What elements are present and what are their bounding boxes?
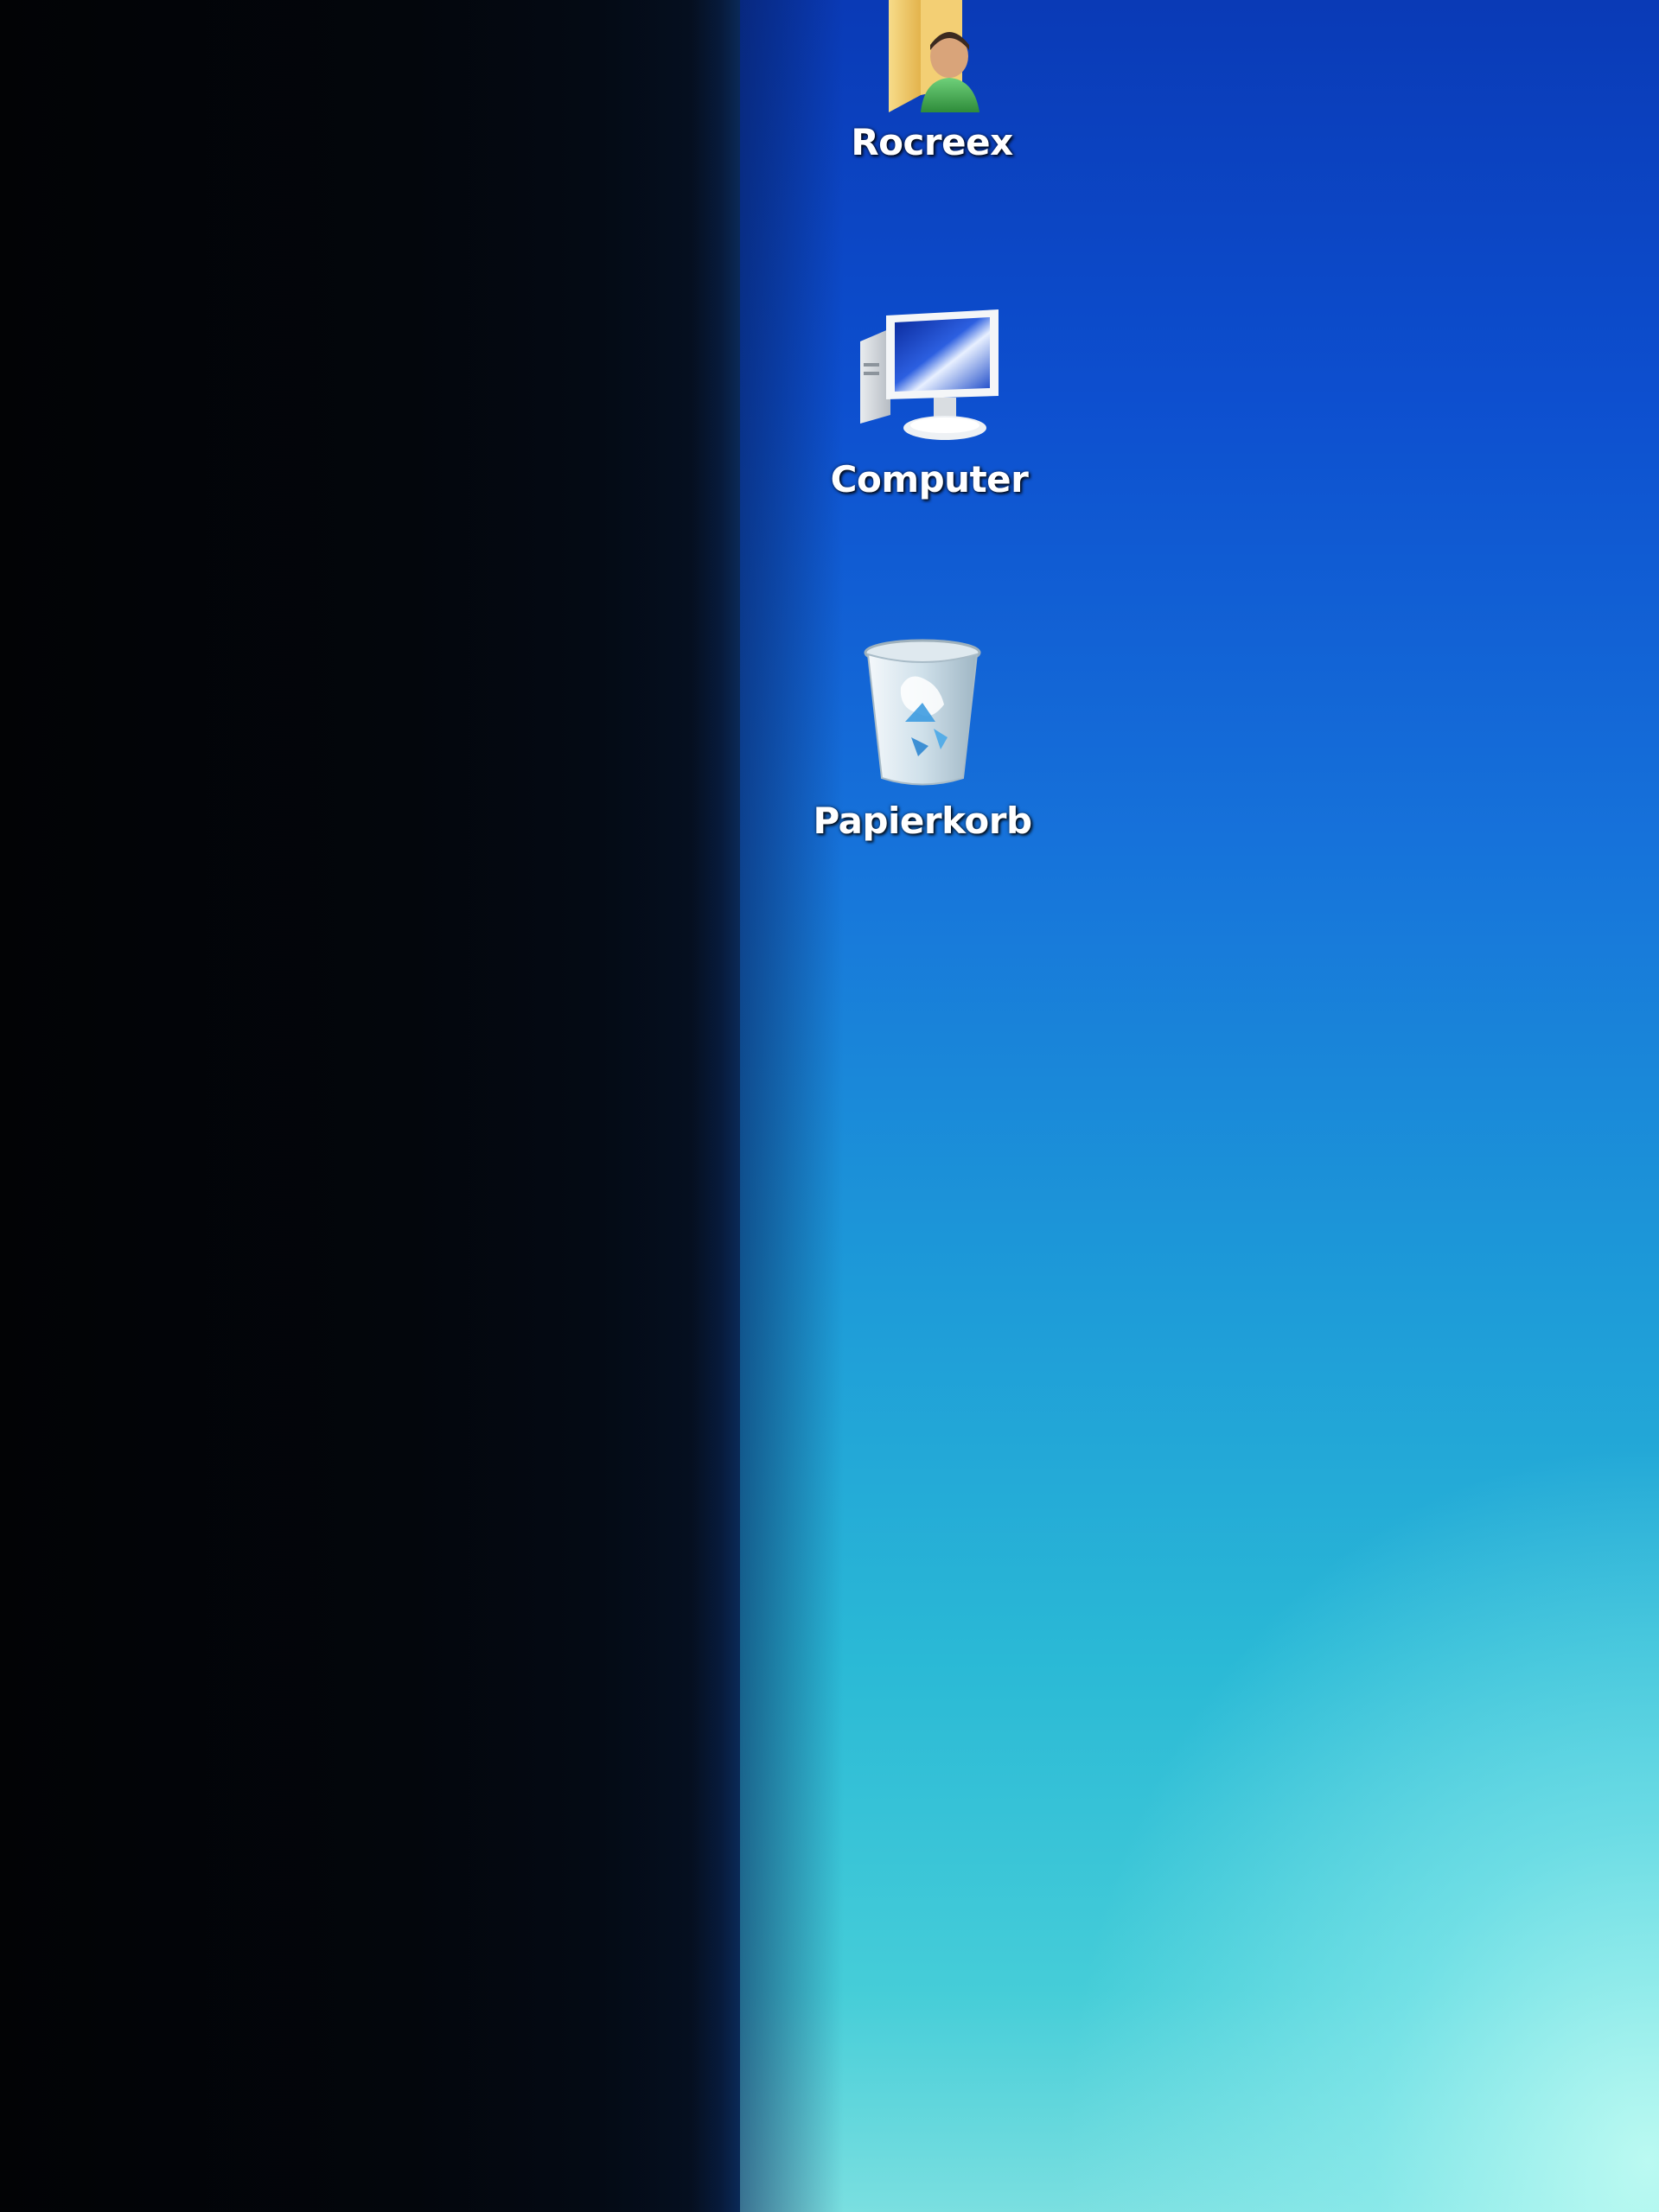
computer-icon [860,309,999,440]
monitor-bezel [0,0,743,2212]
icon-label-user-folder: Rocreex [851,121,1013,163]
icon-label-computer: Computer [830,458,1029,500]
photo-frame: Rocreex Computer Papierkorb [0,0,1659,2212]
icon-label-recycle-bin: Papierkorb [813,800,1032,842]
screen-edge [692,0,743,2212]
desktop-icon-user-folder[interactable]: Rocreex [820,0,1044,163]
desktop-icon-computer[interactable]: Computer [817,303,1042,500]
desktop-icon-recycle-bin[interactable]: Papierkorb [810,635,1035,842]
user-folder-icon [889,0,979,112]
recycle-bin-icon [864,639,981,786]
